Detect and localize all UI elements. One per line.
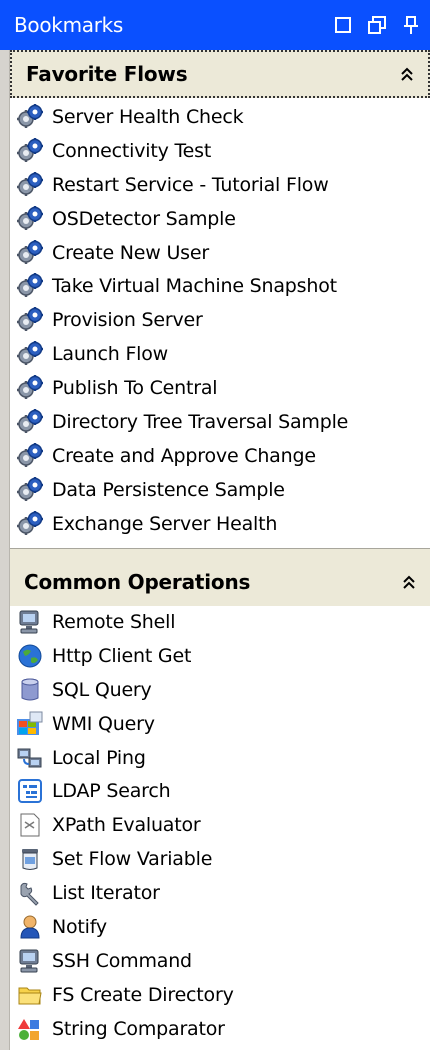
double-chevron-up-icon (403, 575, 415, 589)
favorite-flows-item-directory-tree-traversal-sample[interactable]: Directory Tree Traversal Sample (10, 405, 430, 439)
ping-icon (14, 743, 46, 773)
common-operations-item-remote-shell[interactable]: Remote Shell (10, 605, 430, 639)
favorite-flows-item-launch-flow[interactable]: Launch Flow (10, 337, 430, 371)
item-label: Create and Approve Change (52, 444, 316, 467)
maximize-button[interactable] (328, 10, 358, 40)
common-operations-item-ssh-command[interactable]: SSH Command (10, 944, 430, 978)
item-label: XPath Evaluator (52, 814, 201, 837)
favorite-flows-item-provision-server[interactable]: Provision Server (10, 303, 430, 337)
favorite-flows-item-osdetector-sample[interactable]: OSDetector Sample (10, 202, 430, 236)
windows-icon (14, 709, 46, 739)
gear-flow-icon (14, 339, 46, 369)
folder-icon (14, 980, 46, 1010)
user-icon (14, 912, 46, 942)
favorite-flows-item-exchange-server-health[interactable]: Exchange Server Health (10, 507, 430, 541)
favorite-flows-item-data-persistence-sample[interactable]: Data Persistence Sample (10, 473, 430, 507)
item-label: String Comparator (52, 1017, 225, 1040)
item-label: Local Ping (52, 746, 146, 769)
ldap-tree-icon (14, 776, 46, 806)
common-operations-item-ldap-search[interactable]: LDAP Search (10, 774, 430, 808)
item-label: Directory Tree Traversal Sample (52, 410, 349, 433)
gear-flow-icon (14, 204, 46, 234)
ssh-terminal-icon (14, 946, 46, 976)
favorite-flows-item-create-new-user[interactable]: Create New User (10, 236, 430, 270)
favorite-flows-item-create-and-approve-change[interactable]: Create and Approve Change (10, 439, 430, 473)
panel-title: Bookmarks (14, 13, 124, 37)
gear-flow-icon (14, 407, 46, 437)
remote-shell-icon (14, 607, 46, 637)
gear-flow-icon (14, 509, 46, 539)
gear-flow-icon (14, 475, 46, 505)
item-label: List Iterator (52, 882, 160, 905)
favorite-flows-item-restart-service-tutorial-flow[interactable]: Restart Service - Tutorial Flow (10, 168, 430, 202)
shapes-icon (14, 1014, 46, 1044)
common-operations-item-wmi-query[interactable]: WMI Query (10, 707, 430, 741)
maximize-icon (335, 17, 351, 33)
favorite-flows-collapse-button[interactable] (392, 59, 422, 89)
common-operations-item-sql-query[interactable]: SQL Query (10, 673, 430, 707)
gear-flow-icon (14, 441, 46, 471)
gear-flow-icon (14, 305, 46, 335)
gear-flow-icon (14, 373, 46, 403)
common-operations-item-notify[interactable]: Notify (10, 910, 430, 944)
favorite-flows-item-take-virtual-machine-snapshot[interactable]: Take Virtual Machine Snapshot (10, 269, 430, 303)
item-label: Exchange Server Health (52, 512, 278, 535)
gear-flow-icon (14, 136, 46, 166)
item-label: Remote Shell (52, 610, 176, 633)
globe-icon (14, 641, 46, 671)
restore-icon (368, 16, 386, 34)
favorite-flows-item-publish-to-central[interactable]: Publish To Central (10, 371, 430, 405)
gear-flow-icon (14, 238, 46, 268)
favorite-flows-title: Favorite Flows (26, 62, 188, 86)
common-operations-item-list-iterator[interactable]: List Iterator (10, 876, 430, 910)
pin-button[interactable] (396, 10, 426, 40)
common-operations-item-string-comparator[interactable]: String Comparator (10, 1012, 430, 1046)
gear-flow-icon (14, 271, 46, 301)
common-operations-item-http-client-get[interactable]: Http Client Get (10, 639, 430, 673)
pin-icon (404, 16, 418, 34)
favorite-flows-item-server-health-check[interactable]: Server Health Check (10, 100, 430, 134)
item-label: OSDetector Sample (52, 207, 236, 230)
database-icon (14, 675, 46, 705)
panel-left-frame (0, 50, 10, 1050)
item-label: WMI Query (52, 712, 155, 735)
common-operations-item-local-ping[interactable]: Local Ping (10, 741, 430, 775)
favorite-flows-list: Server Health Check Connectivity Test Rest… (10, 100, 430, 541)
item-label: Restart Service - Tutorial Flow (52, 173, 329, 196)
item-label: Launch Flow (52, 343, 169, 366)
gear-flow-icon (14, 170, 46, 200)
bookmarks-title-bar: Bookmarks (0, 0, 430, 50)
section-divider (10, 548, 430, 558)
common-operations-item-set-flow-variable[interactable]: Set Flow Variable (10, 842, 430, 876)
common-operations-list: Remote Shell Http Client Get SQL Query WMI … (10, 605, 430, 1046)
item-label: Take Virtual Machine Snapshot (52, 275, 337, 298)
jar-icon (14, 844, 46, 874)
item-label: Connectivity Test (52, 139, 212, 162)
item-label: LDAP Search (52, 780, 171, 803)
wrench-icon (14, 878, 46, 908)
item-label: Data Persistence Sample (52, 478, 285, 501)
common-operations-item-xpath-evaluator[interactable]: XPath Evaluator (10, 808, 430, 842)
item-label: Http Client Get (52, 644, 192, 667)
item-label: Set Flow Variable (52, 848, 213, 871)
common-operations-title: Common Operations (24, 570, 251, 594)
common-operations-item-fs-create-directory[interactable]: FS Create Directory (10, 978, 430, 1012)
double-chevron-up-icon (401, 67, 413, 81)
item-label: Create New User (52, 241, 209, 264)
item-label: Provision Server (52, 309, 203, 332)
xpath-document-icon (14, 810, 46, 840)
item-label: FS Create Directory (52, 983, 234, 1006)
common-operations-header[interactable]: Common Operations (10, 558, 430, 606)
item-label: Notify (52, 915, 107, 938)
restore-button[interactable] (362, 10, 392, 40)
item-label: SSH Command (52, 949, 192, 972)
common-operations-collapse-button[interactable] (394, 567, 424, 597)
gear-flow-icon (14, 102, 46, 132)
item-label: Publish To Central (52, 377, 218, 400)
item-label: SQL Query (52, 678, 152, 701)
favorite-flows-header[interactable]: Favorite Flows (10, 50, 430, 98)
item-label: Server Health Check (52, 105, 244, 128)
favorite-flows-item-connectivity-test[interactable]: Connectivity Test (10, 134, 430, 168)
